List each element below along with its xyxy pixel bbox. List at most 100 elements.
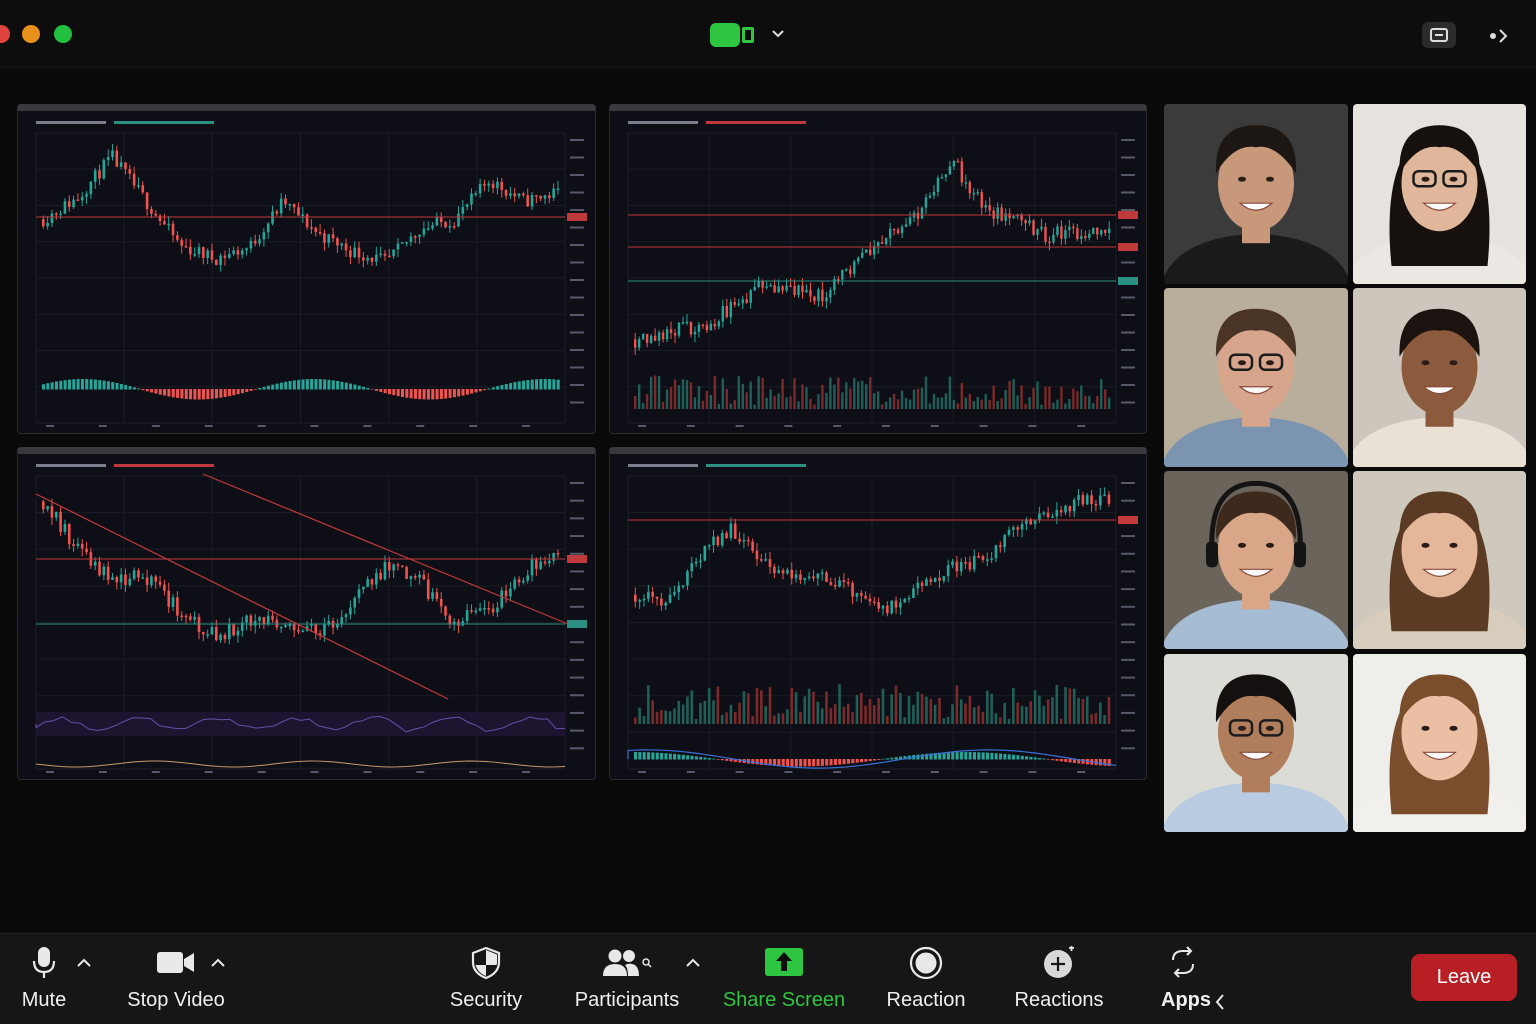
volume-bar [981, 711, 985, 724]
date-scale-tick [469, 771, 478, 773]
macd-bar [846, 759, 850, 764]
maximize-window-button[interactable] [54, 25, 72, 43]
participant-tile-3[interactable] [1164, 288, 1348, 467]
volume-bar [694, 719, 698, 724]
volume-bar [1044, 386, 1047, 409]
macd-bar [855, 759, 859, 763]
reaction-button[interactable]: Reaction [882, 934, 970, 1024]
minimize-window-button[interactable] [22, 25, 40, 43]
candle-body [751, 541, 754, 551]
macd-bar [504, 384, 508, 390]
mute-button[interactable]: Mute [8, 934, 80, 1024]
volume-bar [1103, 715, 1106, 724]
candle-body [964, 562, 967, 564]
candle-body [749, 290, 752, 303]
price-scale-tick [1121, 191, 1135, 194]
candle-body [54, 511, 58, 518]
macd-bar [128, 386, 132, 390]
candle-body [128, 169, 132, 174]
date-scale-tick [930, 771, 939, 773]
candle-body [701, 324, 705, 327]
candle-body [769, 285, 772, 287]
macd-bar [150, 389, 154, 393]
candle-body [301, 630, 305, 633]
macd-bar [526, 380, 530, 390]
candle-body [215, 627, 218, 641]
candle-body [72, 199, 75, 208]
macd-bar [284, 381, 288, 390]
participant-tile-7[interactable] [1164, 654, 1348, 832]
participants-options-chevron-icon[interactable] [684, 956, 702, 970]
macd-bar [942, 752, 946, 760]
candle-body [1064, 505, 1067, 513]
macd-bar [266, 385, 270, 390]
volume-bar [846, 703, 850, 724]
price-scale-tick [1121, 366, 1135, 369]
candle-body [996, 207, 999, 219]
reactions-button[interactable]: Reactions [1010, 934, 1108, 1024]
candle-body [478, 183, 482, 194]
macd-bar [388, 389, 392, 395]
collapse-panel-icon[interactable] [1488, 26, 1512, 46]
video-options-chevron-icon[interactable] [209, 956, 227, 970]
date-scale-tick [522, 771, 531, 773]
volume-bar [1012, 687, 1015, 724]
volume-bar [733, 712, 737, 724]
candle-body [383, 562, 387, 580]
stop-video-button[interactable]: Stop Video [120, 934, 232, 1024]
volume-bar [1016, 702, 1020, 724]
candle-body [651, 591, 654, 597]
screen-share-indicator[interactable] [710, 23, 756, 47]
volume-bar [1072, 388, 1075, 409]
candle-body [500, 181, 504, 191]
participant-tile-5[interactable] [1164, 471, 1348, 649]
macd-bar [994, 753, 998, 760]
close-window-button[interactable] [0, 25, 10, 43]
volume-bar [742, 691, 746, 724]
candle-body [375, 254, 378, 262]
mute-options-chevron-icon[interactable] [75, 956, 93, 970]
security-button[interactable]: Security [444, 934, 528, 1024]
participant-tile-2[interactable] [1353, 104, 1526, 284]
volume-bar [781, 713, 785, 724]
chevron-down-icon[interactable] [770, 28, 786, 40]
record-icon [909, 946, 943, 980]
leave-button[interactable]: Leave [1411, 954, 1517, 1001]
candle-body [794, 574, 798, 579]
macd-bar [357, 385, 361, 390]
participant-tile-1[interactable] [1164, 104, 1348, 284]
macd-bar [240, 389, 244, 394]
date-scale-tick [416, 425, 425, 427]
apps-button[interactable]: Apps [1152, 934, 1232, 1024]
candle-body [894, 600, 898, 608]
macd-bar [93, 379, 97, 390]
eye [1421, 360, 1430, 366]
date-scale-tick [882, 425, 890, 427]
participant-tile-4[interactable] [1353, 288, 1526, 467]
volume-bar [733, 399, 736, 409]
price-scale-tick [570, 588, 584, 591]
macd-bar [50, 382, 54, 390]
participant-tile-8[interactable] [1353, 654, 1526, 832]
share-screen-button[interactable]: Share Screen [722, 934, 846, 1024]
candle-body [660, 598, 663, 606]
participants-button[interactable]: Participants [570, 934, 684, 1024]
candle-body [1032, 220, 1035, 235]
macd-bar [145, 389, 149, 392]
candle-body [223, 255, 227, 258]
chevron-left-icon[interactable] [1214, 993, 1226, 1011]
candle-body [1059, 509, 1063, 513]
eye [1266, 725, 1274, 731]
participant-tile-6[interactable] [1353, 471, 1526, 649]
candle-body [653, 335, 657, 341]
fullscreen-button[interactable] [1422, 22, 1456, 48]
macd-bar [362, 386, 366, 390]
candle-body [383, 253, 387, 256]
candle-body [98, 561, 101, 576]
volume-bar [1016, 395, 1019, 409]
macd-bar [647, 752, 651, 760]
price-scale-tick [570, 139, 584, 141]
candle-body [543, 195, 547, 199]
macd-bar [655, 752, 659, 760]
candle-body [327, 234, 331, 243]
